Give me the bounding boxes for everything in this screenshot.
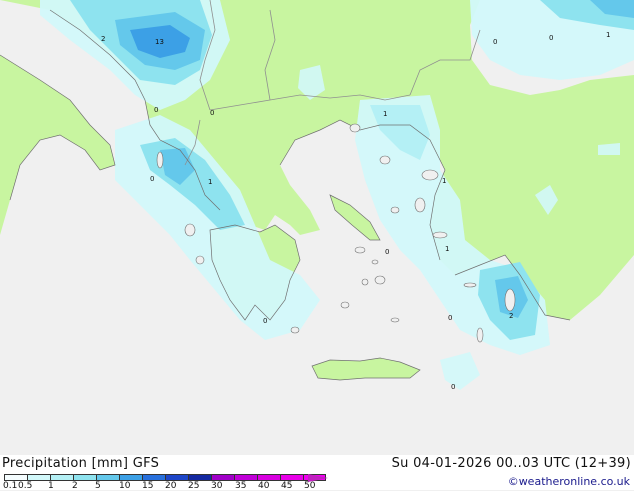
legend-footer: Precipitation [mm] GFS Su 04-01-2026 00.… [0,455,634,491]
color-scale-cell [142,474,165,481]
island-samos [432,231,448,239]
value-label-central-aegean: 0 [385,248,389,256]
value-label-rhodes: 2 [509,312,513,320]
color-scale-cell [234,474,257,481]
weather-map-page: 2 13 0 0 0 1 1 0 0 1 1 0 1 0 0 2 0 Preci… [0,0,634,491]
color-scale-cell [165,474,188,481]
value-label-adriatic-north: 2 [101,35,105,43]
value-label-black-sea-west: 0 [493,38,497,46]
island-rhodes [504,288,516,312]
island-chios [414,197,426,213]
island-karpathos [476,327,484,343]
color-scale-cell [211,474,234,481]
island-skyros [390,206,400,214]
color-scale-cell [188,474,211,481]
island-zakynthos [195,255,205,265]
island-naxos [374,275,386,285]
island-kos [463,282,477,288]
island-kefalonia [184,223,196,237]
color-scale-cell [27,474,50,481]
color-scale-cell [119,474,142,481]
island-paros [361,278,369,286]
value-label-epirus: 1 [208,178,212,186]
color-scale-cell [50,474,73,481]
value-label-black-sea-mid: 0 [549,34,553,42]
value-label-south-aegean: 0 [448,314,452,322]
value-label-crete-south: 0 [451,383,455,391]
island-lesbos [421,169,439,181]
island-andros [354,246,366,254]
value-label-thrace: 1 [383,110,387,118]
color-scale-cell [4,474,27,481]
site-credit[interactable]: ©weatheronline.co.uk [508,475,630,488]
value-label-corfu: 0 [150,175,154,183]
color-scale-cell [280,474,303,481]
precip-anatolia-spot [598,143,620,155]
value-label-lesbos: 1 [442,177,446,185]
island-milos [340,301,350,309]
forecast-timestamp: Su 04-01-2026 00..03 UTC (12+39) [391,456,631,471]
color-scale-cell [73,474,96,481]
legend-title: Precipitation [mm] GFS [2,456,160,471]
value-label-montenegro-coast: 13 [155,38,164,46]
island-lemnos [379,155,391,165]
island-corfu [156,151,164,169]
value-label-samos: 1 [445,245,449,253]
color-scale-cell [96,474,119,481]
value-label-lake-ohrid: 0 [210,109,214,117]
value-label-peloponnese-south: 0 [263,317,267,325]
color-scale-bar [4,474,326,481]
island-mykonos [371,259,379,265]
value-label-albania-coast: 0 [154,106,158,114]
precipitation-map: 2 13 0 0 0 1 1 0 0 1 1 0 1 0 0 2 0 [0,0,634,455]
value-label-black-sea-east: 1 [606,31,610,39]
island-thasos [349,123,361,133]
island-kythira [290,326,300,334]
island-santorini [390,317,400,323]
color-scale-cell [257,474,280,481]
